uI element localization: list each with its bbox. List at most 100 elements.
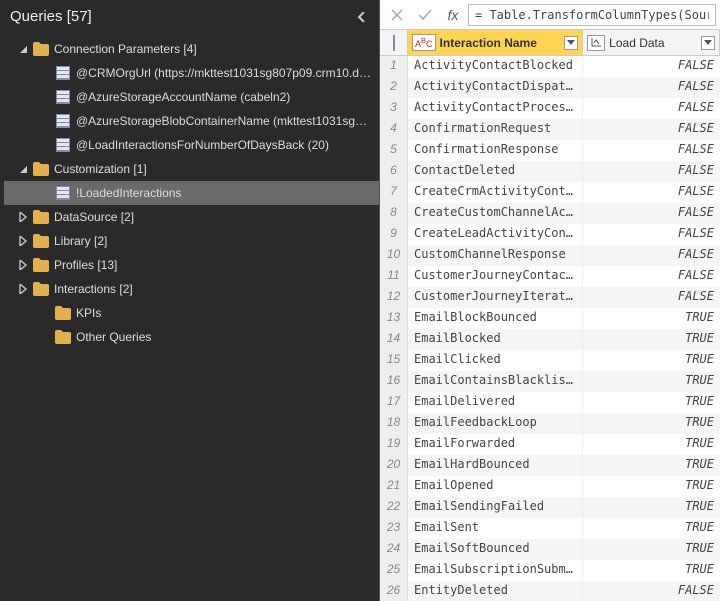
fx-icon[interactable]: fx	[440, 3, 466, 27]
table-row[interactable]: 7CreateCrmActivityConta…FALSE	[380, 182, 720, 203]
cell-load-data[interactable]: FALSE	[583, 77, 720, 98]
cell-interaction-name[interactable]: EmailSubscriptionSubmit	[408, 560, 583, 581]
tree-folder[interactable]: DataSource [2]	[4, 205, 379, 229]
row-number[interactable]: 11	[380, 266, 408, 287]
table-row[interactable]: 6ContactDeletedFALSE	[380, 161, 720, 182]
cell-interaction-name[interactable]: EmailSoftBounced	[408, 539, 583, 560]
row-number[interactable]: 5	[380, 140, 408, 161]
table-row[interactable]: 2ActivityContactDispatc…FALSE	[380, 77, 720, 98]
tree-folder[interactable]: Other Queries	[4, 325, 379, 349]
cell-interaction-name[interactable]: EntityDeleted	[408, 581, 583, 601]
table-row[interactable]: 16EmailContainsBlacklist…TRUE	[380, 371, 720, 392]
cell-interaction-name[interactable]: CustomerJourneyIterati…	[408, 287, 583, 308]
cell-load-data[interactable]: FALSE	[583, 287, 720, 308]
cell-load-data[interactable]: TRUE	[583, 308, 720, 329]
cell-load-data[interactable]: TRUE	[583, 371, 720, 392]
row-number[interactable]: 21	[380, 476, 408, 497]
cell-interaction-name[interactable]: ActivityContactProcess…	[408, 98, 583, 119]
row-number[interactable]: 15	[380, 350, 408, 371]
cell-interaction-name[interactable]: ActivityContactBlocked	[408, 56, 583, 77]
tree-folder[interactable]: Profiles [13]	[4, 253, 379, 277]
cell-interaction-name[interactable]: ContactDeleted	[408, 161, 583, 182]
tree-folder[interactable]: Customization [1]	[4, 157, 379, 181]
cell-load-data[interactable]: FALSE	[583, 245, 720, 266]
cell-load-data[interactable]: FALSE	[583, 203, 720, 224]
grid-body[interactable]: 1ActivityContactBlockedFALSE2ActivityCon…	[380, 56, 720, 601]
table-row[interactable]: 25EmailSubscriptionSubmitTRUE	[380, 560, 720, 581]
row-number[interactable]: 8	[380, 203, 408, 224]
cell-load-data[interactable]: TRUE	[583, 455, 720, 476]
cell-interaction-name[interactable]: CreateCustomChannelAct…	[408, 203, 583, 224]
row-number[interactable]: 18	[380, 413, 408, 434]
tree-folder[interactable]: Connection Parameters [4]	[4, 37, 379, 61]
cell-load-data[interactable]: FALSE	[583, 182, 720, 203]
table-row[interactable]: 22EmailSendingFailedTRUE	[380, 497, 720, 518]
cell-interaction-name[interactable]: EmailBlocked	[408, 329, 583, 350]
cell-load-data[interactable]: TRUE	[583, 350, 720, 371]
cell-load-data[interactable]: FALSE	[583, 266, 720, 287]
cell-interaction-name[interactable]: EmailOpened	[408, 476, 583, 497]
tree-item[interactable]: @CRMOrgUrl (https://mkttest1031sg807p09.…	[4, 61, 379, 85]
column-header-interaction-name[interactable]: ABC Interaction Name	[408, 30, 583, 55]
column-header-load-data[interactable]: Load Data	[583, 30, 720, 55]
table-row[interactable]: 19EmailForwardedTRUE	[380, 434, 720, 455]
cell-load-data[interactable]: FALSE	[583, 224, 720, 245]
row-number[interactable]: 26	[380, 581, 408, 601]
cell-load-data[interactable]: FALSE	[583, 140, 720, 161]
table-row[interactable]: 20EmailHardBouncedTRUE	[380, 455, 720, 476]
tree-item[interactable]: @AzureStorageAccountName (cabeln2)	[4, 85, 379, 109]
row-number[interactable]: 25	[380, 560, 408, 581]
cell-load-data[interactable]: TRUE	[583, 560, 720, 581]
cell-interaction-name[interactable]: EmailHardBounced	[408, 455, 583, 476]
row-number[interactable]: 9	[380, 224, 408, 245]
row-number[interactable]: 4	[380, 119, 408, 140]
tree-folder[interactable]: Library [2]	[4, 229, 379, 253]
collapsed-arrow-icon[interactable]	[18, 236, 28, 246]
table-row[interactable]: 13EmailBlockBouncedTRUE	[380, 308, 720, 329]
cell-interaction-name[interactable]: ConfirmationResponse	[408, 140, 583, 161]
table-row[interactable]: 4ConfirmationRequestFALSE	[380, 119, 720, 140]
collapsed-arrow-icon[interactable]	[18, 212, 28, 222]
table-row[interactable]: 15EmailClickedTRUE	[380, 350, 720, 371]
cell-interaction-name[interactable]: ActivityContactDispatc…	[408, 77, 583, 98]
cell-load-data[interactable]: TRUE	[583, 413, 720, 434]
cell-interaction-name[interactable]: EmailClicked	[408, 350, 583, 371]
cell-load-data[interactable]: TRUE	[583, 434, 720, 455]
table-row[interactable]: 3ActivityContactProcess…FALSE	[380, 98, 720, 119]
table-row[interactable]: 10CustomChannelResponseFALSE	[380, 245, 720, 266]
cell-load-data[interactable]: FALSE	[583, 119, 720, 140]
table-row[interactable]: 8CreateCustomChannelAct…FALSE	[380, 203, 720, 224]
cell-interaction-name[interactable]: EmailSendingFailed	[408, 497, 583, 518]
select-all-cell[interactable]	[380, 30, 408, 55]
tree-folder[interactable]: Interactions [2]	[4, 277, 379, 301]
cell-load-data[interactable]: FALSE	[583, 161, 720, 182]
cell-interaction-name[interactable]: ConfirmationRequest	[408, 119, 583, 140]
row-number[interactable]: 17	[380, 392, 408, 413]
column-filter-dropdown-icon[interactable]	[564, 36, 578, 50]
table-row[interactable]: 11CustomerJourneyContact…FALSE	[380, 266, 720, 287]
row-number[interactable]: 20	[380, 455, 408, 476]
row-number[interactable]: 13	[380, 308, 408, 329]
tree-folder[interactable]: KPIs	[4, 301, 379, 325]
row-number[interactable]: 24	[380, 539, 408, 560]
cell-interaction-name[interactable]: EmailContainsBlacklist…	[408, 371, 583, 392]
table-row[interactable]: 26EntityDeletedFALSE	[380, 581, 720, 601]
row-number[interactable]: 22	[380, 497, 408, 518]
cell-interaction-name[interactable]: EmailFeedbackLoop	[408, 413, 583, 434]
table-row[interactable]: 9CreateLeadActivityCont…FALSE	[380, 224, 720, 245]
tree-item[interactable]: !LoadedInteractions	[4, 181, 379, 205]
cell-load-data[interactable]: TRUE	[583, 392, 720, 413]
row-number[interactable]: 3	[380, 98, 408, 119]
cell-load-data[interactable]: TRUE	[583, 497, 720, 518]
row-number[interactable]: 23	[380, 518, 408, 539]
cell-load-data[interactable]: TRUE	[583, 518, 720, 539]
cell-load-data[interactable]: TRUE	[583, 539, 720, 560]
tree-item[interactable]: @AzureStorageBlobContainerName (mkttest1…	[4, 109, 379, 133]
table-row[interactable]: 23EmailSentTRUE	[380, 518, 720, 539]
cell-interaction-name[interactable]: CustomChannelResponse	[408, 245, 583, 266]
cell-load-data[interactable]: FALSE	[583, 56, 720, 77]
expanded-arrow-icon[interactable]	[18, 164, 28, 174]
table-row[interactable]: 14EmailBlockedTRUE	[380, 329, 720, 350]
row-number[interactable]: 1	[380, 56, 408, 77]
cell-load-data[interactable]: FALSE	[583, 581, 720, 601]
